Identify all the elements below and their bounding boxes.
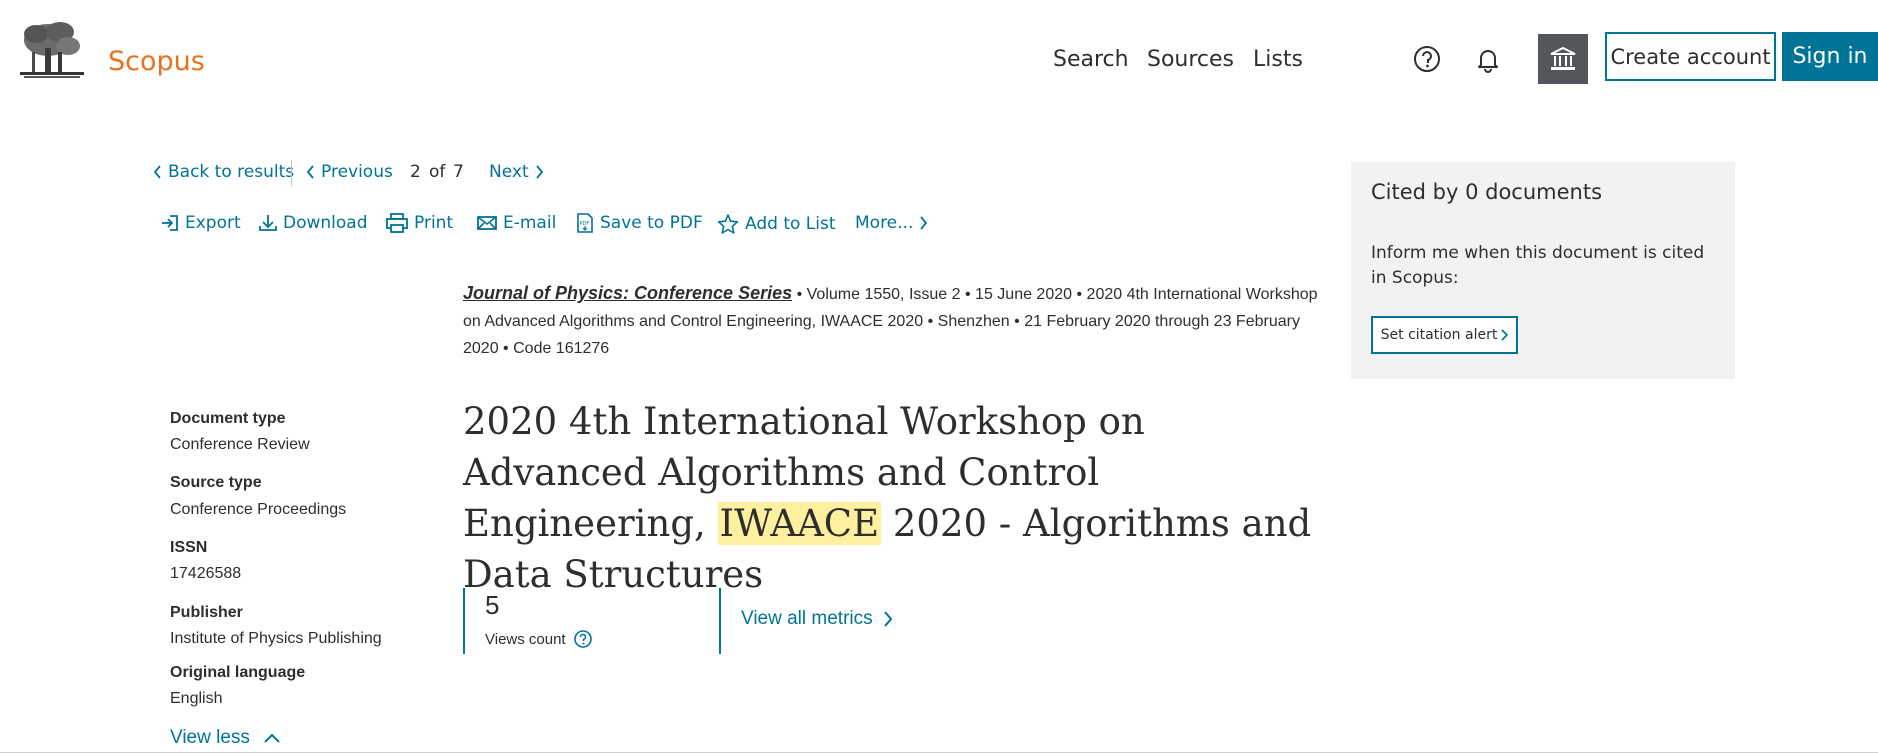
- bullet: •: [1076, 286, 1083, 303]
- brand-name[interactable]: Scopus: [108, 46, 205, 77]
- cited-by-text: Inform me when this document is cited in…: [1371, 243, 1705, 288]
- download-icon: [259, 215, 277, 231]
- bullet: •: [964, 286, 971, 303]
- save-to-pdf-button[interactable]: PDF Save to PDF: [576, 213, 703, 233]
- print-label: Print: [414, 213, 454, 233]
- page-bottom-divider: [0, 752, 1878, 753]
- set-citation-alert-label: Set citation alert: [1380, 327, 1498, 343]
- volume-issue: Volume 1550, Issue 2: [806, 286, 961, 303]
- export-label: Export: [185, 213, 241, 233]
- create-account-button[interactable]: Create account: [1605, 32, 1776, 81]
- pager-of: of: [429, 162, 446, 182]
- issn-label: ISSN: [170, 539, 208, 556]
- views-count: 5: [485, 590, 500, 620]
- previous-label: Previous: [321, 162, 393, 182]
- language-label: Original language: [170, 664, 306, 681]
- next-label: Next: [489, 162, 529, 182]
- metric-divider: [463, 588, 465, 654]
- add-to-list-label: Add to List: [745, 214, 836, 234]
- cited-by-title: Cited by 0 documents: [1371, 180, 1603, 204]
- publisher-label: Publisher: [170, 604, 243, 621]
- print-icon: [386, 213, 408, 233]
- document-type-label: Document type: [170, 410, 286, 427]
- bullet: •: [927, 313, 934, 330]
- email-button[interactable]: E-mail: [477, 213, 556, 233]
- bullet: •: [1014, 313, 1020, 330]
- chevron-left-icon: [306, 165, 314, 179]
- journal-link[interactable]: Journal of Physics: Conference Series: [463, 283, 792, 303]
- save-to-pdf-label: Save to PDF: [600, 213, 703, 233]
- print-button[interactable]: Print: [386, 213, 453, 233]
- download-button[interactable]: Download: [259, 213, 368, 233]
- email-icon: [477, 216, 497, 230]
- chevron-right-icon: [920, 216, 928, 230]
- conference-code: Code 161276: [513, 340, 610, 357]
- source-type-label: Source type: [170, 474, 262, 491]
- bullet: •: [503, 340, 509, 357]
- elsevier-logo[interactable]: [18, 20, 86, 82]
- nav-search[interactable]: Search: [1053, 47, 1129, 72]
- chevron-up-icon: [264, 733, 280, 743]
- issn-value: 17426588: [170, 565, 242, 582]
- pdf-icon: PDF: [577, 213, 593, 233]
- document-title: 2020 4th International Workshop on Advan…: [463, 396, 1323, 600]
- nav-lists[interactable]: Lists: [1253, 47, 1303, 72]
- more-label: More...: [855, 213, 914, 233]
- chevron-left-icon: [153, 165, 161, 179]
- export-icon: [162, 215, 178, 231]
- conference-location: Shenzhen: [937, 313, 1010, 330]
- sign-in-button[interactable]: Sign in: [1782, 32, 1878, 81]
- previous-link[interactable]: Previous: [306, 162, 393, 182]
- view-less-label: View less: [170, 727, 250, 748]
- chevron-right-icon: [883, 611, 892, 627]
- help-icon[interactable]: [573, 630, 592, 648]
- view-less-link[interactable]: View less: [170, 727, 280, 749]
- institution-button[interactable]: [1538, 34, 1588, 84]
- institution-icon: [1550, 46, 1576, 70]
- add-to-list-button[interactable]: Add to List: [717, 213, 836, 235]
- next-link[interactable]: Next: [489, 162, 544, 182]
- export-button[interactable]: Export: [161, 213, 241, 233]
- divider: [291, 160, 292, 186]
- publication-date: 15 June 2020: [975, 286, 1073, 303]
- chevron-right-icon: [1501, 329, 1509, 341]
- pager-current: 2: [410, 162, 421, 182]
- title-highlight: IWAACE: [717, 502, 882, 545]
- metric-divider: [719, 588, 721, 654]
- help-icon[interactable]: [1412, 44, 1442, 74]
- pager-total: 7: [453, 162, 464, 182]
- publisher-value: Institute of Physics Publishing: [170, 630, 382, 647]
- views-count-label-group: Views count: [485, 630, 592, 648]
- source-type-value: Conference Proceedings: [170, 501, 347, 518]
- source-info: Journal of Physics: Conference Series • …: [463, 280, 1318, 362]
- set-citation-alert-button[interactable]: Set citation alert: [1371, 316, 1518, 354]
- document-type-value: Conference Review: [170, 436, 310, 453]
- views-count-label: Views count: [485, 630, 566, 648]
- star-icon: [717, 214, 739, 234]
- view-all-metrics-label: View all metrics: [741, 608, 873, 629]
- bell-icon[interactable]: [1473, 44, 1503, 74]
- email-label: E-mail: [503, 213, 557, 233]
- nav-sources[interactable]: Sources: [1147, 47, 1234, 72]
- more-button[interactable]: More...: [855, 213, 928, 233]
- download-label: Download: [283, 213, 368, 233]
- bullet: •: [796, 286, 803, 303]
- back-to-results-label: Back to results: [168, 162, 295, 182]
- back-to-results-link[interactable]: Back to results: [153, 162, 294, 182]
- view-all-metrics-link[interactable]: View all metrics: [741, 608, 893, 630]
- language-value: English: [170, 690, 223, 707]
- chevron-right-icon: [535, 165, 543, 179]
